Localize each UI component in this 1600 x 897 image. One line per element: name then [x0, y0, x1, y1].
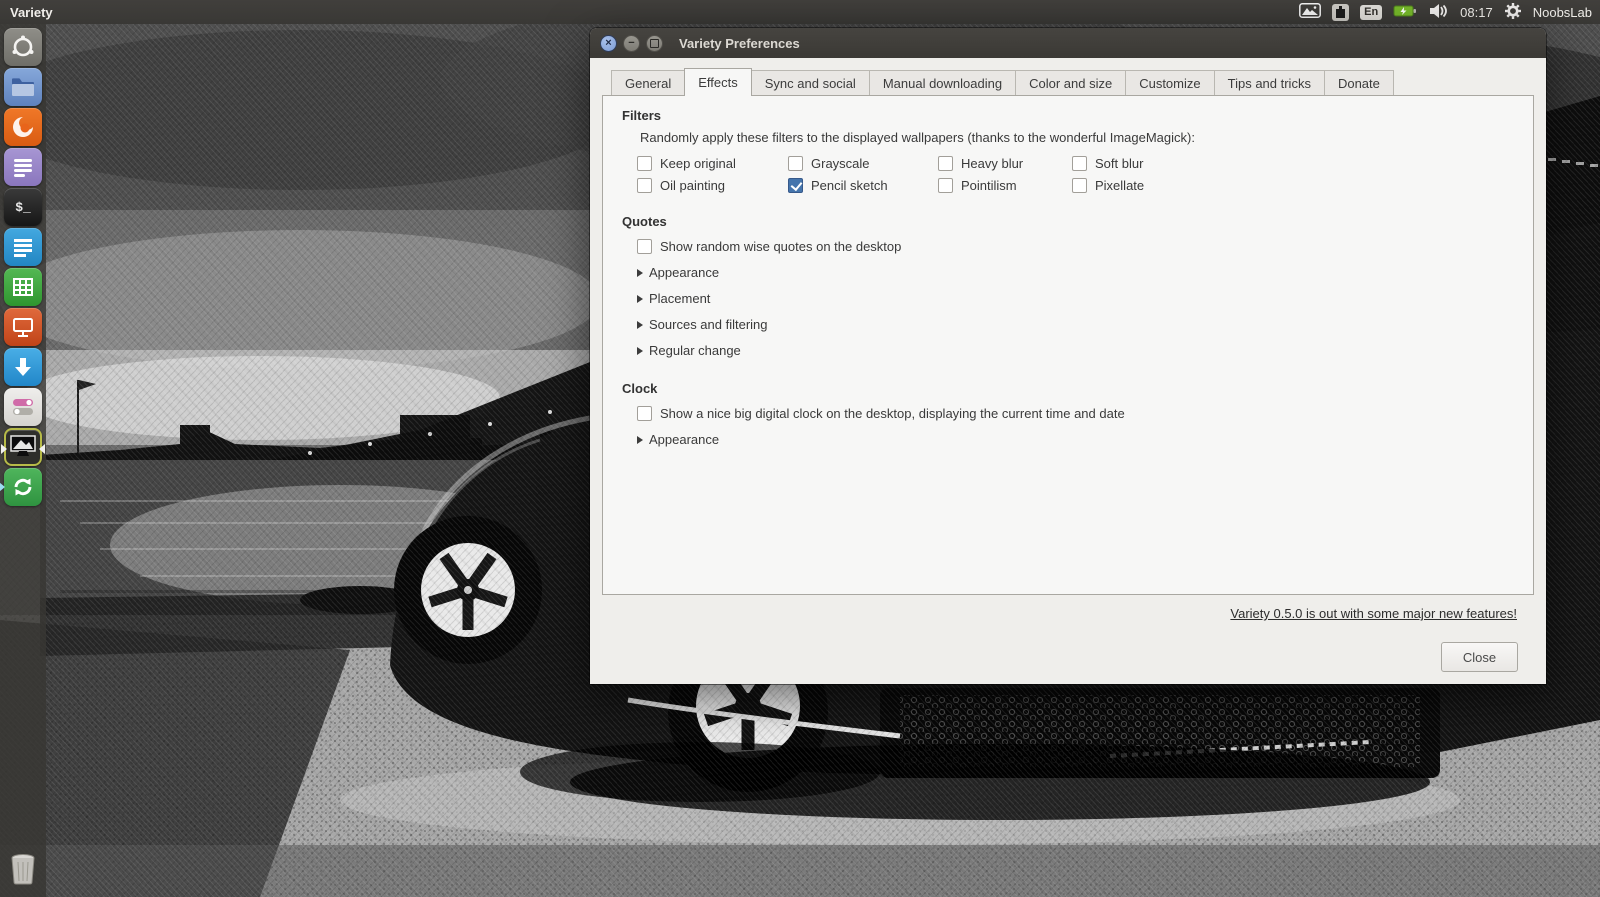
expander-quotes-appearance[interactable]: Appearance	[637, 265, 1517, 280]
filters-heading: Filters	[622, 108, 662, 123]
expander-quotes-placement[interactable]: Placement	[637, 291, 1517, 306]
tab-tips-and-tricks[interactable]: Tips and tricks	[1213, 70, 1324, 95]
window-close-icon[interactable]: ×	[600, 34, 617, 52]
focused-arrow-left-icon	[1, 444, 7, 454]
calc-icon[interactable]	[4, 268, 42, 306]
quotes-heading: Quotes	[622, 214, 667, 229]
variety-icon[interactable]	[1, 428, 45, 466]
checkbox[interactable]	[637, 406, 652, 421]
trash-icon[interactable]	[8, 852, 38, 891]
tab-donate[interactable]: Donate	[1323, 70, 1394, 95]
triangle-right-icon	[637, 435, 643, 444]
window-maximize-icon[interactable]	[646, 34, 663, 52]
checkbox[interactable]	[788, 178, 803, 193]
clock-heading: Clock	[622, 381, 658, 396]
focused-arrow-right-icon	[39, 444, 45, 454]
filter-pixellate[interactable]: Pixellate	[1072, 178, 1517, 193]
tab-customize[interactable]: Customize	[1125, 70, 1214, 95]
dialog-footer: Variety 0.5.0 is out with some major new…	[602, 595, 1534, 685]
expander-clock-appearance[interactable]: Appearance	[637, 432, 1517, 447]
filters-description: Randomly apply these filters to the disp…	[640, 130, 1195, 145]
tab-effects[interactable]: Effects	[684, 68, 752, 96]
notes-icon[interactable]	[4, 148, 42, 186]
filter-grayscale[interactable]: Grayscale	[788, 156, 938, 171]
desktop: Variety En 08:17 NoobsLab $_ × − Variety…	[0, 0, 1600, 897]
triangle-right-icon	[637, 294, 643, 303]
terminal-icon[interactable]: $_	[4, 188, 42, 226]
checkbox[interactable]	[1072, 156, 1087, 171]
update-link[interactable]: Variety 0.5.0 is out with some major new…	[1230, 606, 1517, 621]
session-username[interactable]: NoobsLab	[1533, 5, 1592, 20]
running-arrow-icon	[0, 482, 5, 492]
checkbox[interactable]	[788, 156, 803, 171]
triangle-right-icon	[637, 346, 643, 355]
settings-icon[interactable]	[4, 388, 42, 426]
checkbox[interactable]	[637, 178, 652, 193]
expander-quotes-regular-change[interactable]: Regular change	[637, 343, 1517, 358]
clock-indicator[interactable]: 08:17	[1460, 5, 1493, 20]
battery-icon[interactable]	[1393, 4, 1417, 21]
variety-preferences-window: × − Variety Preferences General Effects …	[590, 28, 1546, 684]
effects-tab-page: Filters Randomly apply these filters to …	[602, 95, 1534, 595]
download-icon[interactable]	[4, 348, 42, 386]
filter-soft-blur[interactable]: Soft blur	[1072, 156, 1517, 171]
window-titlebar[interactable]: × − Variety Preferences	[590, 28, 1546, 58]
impress-icon[interactable]	[4, 308, 42, 346]
quotes-show-checkbox-row[interactable]: Show random wise quotes on the desktop	[637, 239, 1517, 254]
network-icon[interactable]	[1332, 3, 1350, 21]
gear-icon[interactable]	[1504, 2, 1522, 23]
expander-quotes-sources-and-filtering[interactable]: Sources and filtering	[637, 317, 1517, 332]
filter-options-grid: Keep original Grayscale Heavy blur Soft …	[637, 156, 1517, 193]
checkbox[interactable]	[938, 156, 953, 171]
volume-icon[interactable]	[1428, 3, 1449, 22]
tab-bar: General Effects Sync and social Manual d…	[602, 68, 1534, 96]
filter-pencil-sketch[interactable]: Pencil sketch	[788, 178, 938, 193]
sync-icon[interactable]	[0, 468, 42, 506]
tab-general[interactable]: General	[611, 70, 685, 95]
window-minimize-icon[interactable]: −	[623, 34, 640, 52]
unity-launcher: $_	[0, 24, 46, 897]
triangle-right-icon	[637, 268, 643, 277]
checkbox[interactable]	[1072, 178, 1087, 193]
ubuntu-dash-icon[interactable]	[4, 28, 42, 66]
close-button[interactable]: Close	[1441, 642, 1518, 672]
system-tray: En 08:17 NoobsLab	[1299, 2, 1592, 23]
tab-manual-downloading[interactable]: Manual downloading	[868, 70, 1016, 95]
top-panel: Variety En 08:17 NoobsLab	[0, 0, 1600, 24]
firefox-icon[interactable]	[4, 108, 42, 146]
clock-show-checkbox-row[interactable]: Show a nice big digital clock on the des…	[637, 406, 1517, 421]
filter-heavy-blur[interactable]: Heavy blur	[938, 156, 1072, 171]
app-menu-title[interactable]: Variety	[10, 5, 53, 20]
keyboard-layout-badge[interactable]: En	[1360, 4, 1383, 20]
tab-sync-and-social[interactable]: Sync and social	[751, 70, 869, 95]
variety-tray-icon[interactable]	[1299, 3, 1322, 21]
writer-icon[interactable]	[4, 228, 42, 266]
filter-oil-painting[interactable]: Oil painting	[637, 178, 788, 193]
filter-keep-original[interactable]: Keep original	[637, 156, 788, 171]
window-title: Variety Preferences	[679, 35, 800, 51]
checkbox[interactable]	[637, 156, 652, 171]
triangle-right-icon	[637, 320, 643, 329]
checkbox[interactable]	[938, 178, 953, 193]
filter-pointilism[interactable]: Pointilism	[938, 178, 1072, 193]
checkbox[interactable]	[637, 239, 652, 254]
tab-color-and-size[interactable]: Color and size	[1015, 70, 1126, 95]
files-icon[interactable]	[4, 68, 42, 106]
